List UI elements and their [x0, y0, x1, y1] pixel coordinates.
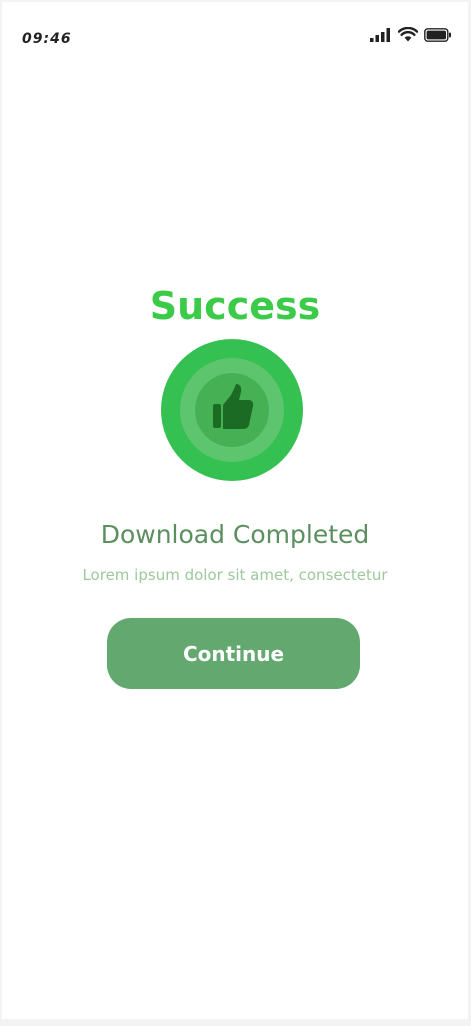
success-message: Lorem ipsum dolor sit amet, consectetur [82, 566, 388, 584]
continue-button[interactable]: Continue [107, 618, 360, 689]
status-bar: 09:46 [2, 2, 468, 72]
status-time: 09:46 [22, 31, 72, 47]
signal-icon [370, 27, 390, 42]
success-badge [161, 339, 303, 481]
status-icons [370, 27, 452, 42]
success-screen: 09:46 Success Download Completed Lorem i… [2, 2, 468, 1019]
download-completed-heading: Download Completed [100, 520, 370, 549]
battery-icon [424, 27, 451, 42]
continue-button-label: Continue [182, 641, 285, 666]
page-title: Success [149, 284, 321, 328]
wifi-icon [398, 27, 418, 42]
